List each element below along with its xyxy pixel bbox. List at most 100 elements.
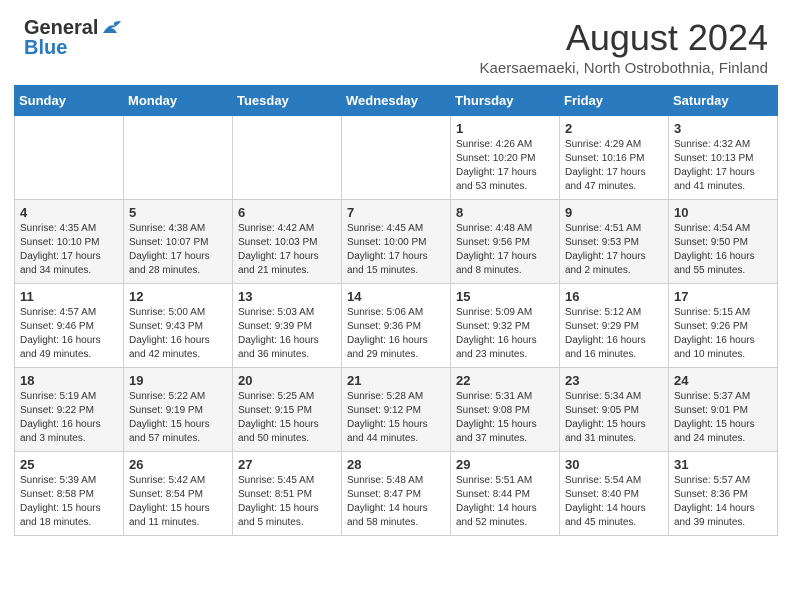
day-info: Sunrise: 5:03 AM Sunset: 9:39 PM Dayligh… — [238, 306, 336, 362]
day-info: Sunrise: 5:37 AM Sunset: 9:01 PM Dayligh… — [674, 390, 772, 446]
day-info: Sunrise: 4:38 AM Sunset: 10:07 PM Daylig… — [129, 222, 227, 278]
day-number: 10 — [674, 205, 772, 220]
day-number: 11 — [20, 289, 118, 304]
day-cell: 30 Sunrise: 5:54 AM Sunset: 8:40 PM Dayli… — [560, 451, 669, 535]
col-header-saturday: Saturday — [669, 85, 778, 115]
day-info: Sunrise: 5:45 AM Sunset: 8:51 PM Dayligh… — [238, 474, 336, 530]
day-number: 20 — [238, 373, 336, 388]
day-number: 19 — [129, 373, 227, 388]
day-cell: 28 Sunrise: 5:48 AM Sunset: 8:47 PM Dayli… — [342, 451, 451, 535]
day-number: 28 — [347, 457, 445, 472]
day-number: 27 — [238, 457, 336, 472]
day-number: 26 — [129, 457, 227, 472]
day-cell: 1 Sunrise: 4:26 AM Sunset: 10:20 PM Dayli… — [451, 115, 560, 199]
month-title: August 2024 — [480, 18, 768, 58]
day-number: 22 — [456, 373, 554, 388]
calendar-container: SundayMondayTuesdayWednesdayThursdayFrid… — [0, 85, 792, 550]
day-cell: 16 Sunrise: 5:12 AM Sunset: 9:29 PM Dayli… — [560, 283, 669, 367]
day-cell: 8Sunrise: 4:48 AM Sunset: 9:56 PM Daylig… — [451, 199, 560, 283]
day-number: 21 — [347, 373, 445, 388]
day-number: 2 — [565, 121, 663, 136]
title-block: August 2024 Kaersaemaeki, North Ostrobot… — [480, 18, 768, 77]
day-cell — [342, 115, 451, 199]
week-row-3: 11Sunrise: 4:57 AM Sunset: 9:46 PM Dayli… — [15, 283, 778, 367]
day-number: 4 — [20, 205, 118, 220]
day-cell — [233, 115, 342, 199]
day-cell: 18 Sunrise: 5:19 AM Sunset: 9:22 PM Dayli… — [15, 367, 124, 451]
day-number: 7 — [347, 205, 445, 220]
day-cell: 6 Sunrise: 4:42 AM Sunset: 10:03 PM Dayli… — [233, 199, 342, 283]
week-row-2: 4 Sunrise: 4:35 AM Sunset: 10:10 PM Dayli… — [15, 199, 778, 283]
day-cell: 31Sunrise: 5:57 AM Sunset: 8:36 PM Dayli… — [669, 451, 778, 535]
day-cell — [15, 115, 124, 199]
col-header-tuesday: Tuesday — [233, 85, 342, 115]
day-number: 3 — [674, 121, 772, 136]
day-info: Sunrise: 4:54 AM Sunset: 9:50 PM Dayligh… — [674, 222, 772, 278]
logo-bird-icon — [101, 19, 123, 37]
day-cell: 9Sunrise: 4:51 AM Sunset: 9:53 PM Daylig… — [560, 199, 669, 283]
day-cell: 29 Sunrise: 5:51 AM Sunset: 8:44 PM Dayli… — [451, 451, 560, 535]
day-number: 15 — [456, 289, 554, 304]
day-cell: 12Sunrise: 5:00 AM Sunset: 9:43 PM Dayli… — [124, 283, 233, 367]
logo-blue-text: Blue — [24, 38, 67, 58]
day-info: Sunrise: 4:32 AM Sunset: 10:13 PM Daylig… — [674, 138, 772, 194]
day-info: Sunrise: 5:25 AM Sunset: 9:15 PM Dayligh… — [238, 390, 336, 446]
day-info: Sunrise: 5:54 AM Sunset: 8:40 PM Dayligh… — [565, 474, 663, 530]
day-number: 17 — [674, 289, 772, 304]
week-row-4: 18 Sunrise: 5:19 AM Sunset: 9:22 PM Dayli… — [15, 367, 778, 451]
col-header-monday: Monday — [124, 85, 233, 115]
day-info: Sunrise: 4:35 AM Sunset: 10:10 PM Daylig… — [20, 222, 118, 278]
day-number: 8 — [456, 205, 554, 220]
week-row-5: 25 Sunrise: 5:39 AM Sunset: 8:58 PM Dayli… — [15, 451, 778, 535]
day-info: Sunrise: 5:12 AM Sunset: 9:29 PM Dayligh… — [565, 306, 663, 362]
day-info: Sunrise: 4:51 AM Sunset: 9:53 PM Dayligh… — [565, 222, 663, 278]
day-cell: 14 Sunrise: 5:06 AM Sunset: 9:36 PM Dayli… — [342, 283, 451, 367]
day-number: 24 — [674, 373, 772, 388]
day-number: 13 — [238, 289, 336, 304]
day-cell: 11Sunrise: 4:57 AM Sunset: 9:46 PM Dayli… — [15, 283, 124, 367]
day-cell: 24 Sunrise: 5:37 AM Sunset: 9:01 PM Dayli… — [669, 367, 778, 451]
header: General Blue August 2024 Kaersaemaeki, N… — [0, 0, 792, 85]
day-number: 12 — [129, 289, 227, 304]
calendar-table: SundayMondayTuesdayWednesdayThursdayFrid… — [14, 85, 778, 536]
col-header-wednesday: Wednesday — [342, 85, 451, 115]
day-info: Sunrise: 5:48 AM Sunset: 8:47 PM Dayligh… — [347, 474, 445, 530]
day-info: Sunrise: 5:15 AM Sunset: 9:26 PM Dayligh… — [674, 306, 772, 362]
day-info: Sunrise: 4:45 AM Sunset: 10:00 PM Daylig… — [347, 222, 445, 278]
day-cell: 5Sunrise: 4:38 AM Sunset: 10:07 PM Dayli… — [124, 199, 233, 283]
day-number: 14 — [347, 289, 445, 304]
day-info: Sunrise: 5:09 AM Sunset: 9:32 PM Dayligh… — [456, 306, 554, 362]
day-info: Sunrise: 5:22 AM Sunset: 9:19 PM Dayligh… — [129, 390, 227, 446]
day-number: 16 — [565, 289, 663, 304]
day-cell: 15 Sunrise: 5:09 AM Sunset: 9:32 PM Dayli… — [451, 283, 560, 367]
logo-general-text: General — [24, 18, 98, 38]
day-cell: 2Sunrise: 4:29 AM Sunset: 10:16 PM Dayli… — [560, 115, 669, 199]
logo: General Blue — [24, 18, 123, 58]
calendar-header-row: SundayMondayTuesdayWednesdayThursdayFrid… — [15, 85, 778, 115]
day-info: Sunrise: 5:19 AM Sunset: 9:22 PM Dayligh… — [20, 390, 118, 446]
day-number: 6 — [238, 205, 336, 220]
day-number: 25 — [20, 457, 118, 472]
day-info: Sunrise: 4:26 AM Sunset: 10:20 PM Daylig… — [456, 138, 554, 194]
day-number: 30 — [565, 457, 663, 472]
day-cell: 27 Sunrise: 5:45 AM Sunset: 8:51 PM Dayli… — [233, 451, 342, 535]
day-cell: 3 Sunrise: 4:32 AM Sunset: 10:13 PM Dayli… — [669, 115, 778, 199]
col-header-thursday: Thursday — [451, 85, 560, 115]
day-cell: 21Sunrise: 5:28 AM Sunset: 9:12 PM Dayli… — [342, 367, 451, 451]
day-info: Sunrise: 5:06 AM Sunset: 9:36 PM Dayligh… — [347, 306, 445, 362]
day-cell: 20 Sunrise: 5:25 AM Sunset: 9:15 PM Dayli… — [233, 367, 342, 451]
day-cell: 17 Sunrise: 5:15 AM Sunset: 9:26 PM Dayli… — [669, 283, 778, 367]
day-info: Sunrise: 5:42 AM Sunset: 8:54 PM Dayligh… — [129, 474, 227, 530]
day-number: 29 — [456, 457, 554, 472]
col-header-friday: Friday — [560, 85, 669, 115]
day-number: 1 — [456, 121, 554, 136]
day-info: Sunrise: 5:31 AM Sunset: 9:08 PM Dayligh… — [456, 390, 554, 446]
day-cell: 13 Sunrise: 5:03 AM Sunset: 9:39 PM Dayli… — [233, 283, 342, 367]
day-number: 23 — [565, 373, 663, 388]
day-info: Sunrise: 5:39 AM Sunset: 8:58 PM Dayligh… — [20, 474, 118, 530]
day-info: Sunrise: 5:51 AM Sunset: 8:44 PM Dayligh… — [456, 474, 554, 530]
week-row-1: 1 Sunrise: 4:26 AM Sunset: 10:20 PM Dayli… — [15, 115, 778, 199]
day-number: 18 — [20, 373, 118, 388]
day-cell: 4 Sunrise: 4:35 AM Sunset: 10:10 PM Dayli… — [15, 199, 124, 283]
day-info: Sunrise: 4:42 AM Sunset: 10:03 PM Daylig… — [238, 222, 336, 278]
